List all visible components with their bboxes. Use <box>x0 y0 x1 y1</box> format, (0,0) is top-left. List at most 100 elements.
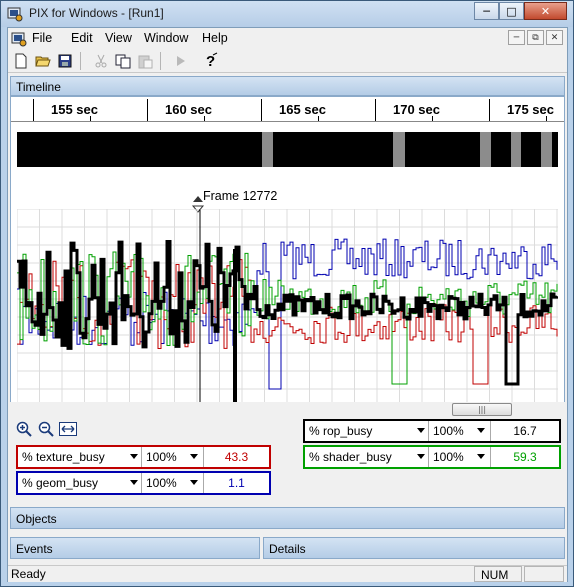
rop-busy-scale-select[interactable]: 100% <box>429 421 491 441</box>
chevron-down-icon <box>477 428 485 433</box>
chevron-down-icon <box>477 454 485 459</box>
help-button[interactable]: ? <box>202 52 220 70</box>
status-bar: Ready NUM <box>8 565 567 582</box>
menu-bar: File Edit View Window Help ─ ⧉ ✕ <box>8 28 567 49</box>
tick-line <box>375 99 376 121</box>
tick-label: 155 sec <box>51 102 98 117</box>
maximize-icon: □ <box>506 4 517 18</box>
shader-busy-scale-select[interactable]: 100% <box>429 447 491 467</box>
tick-line <box>33 99 34 121</box>
zoom-out-button[interactable] <box>36 420 56 438</box>
mdi-minimize-button[interactable]: ─ <box>508 30 525 45</box>
timeline-header-label: Timeline <box>16 80 61 94</box>
scrollbar-thumb[interactable]: ||| <box>452 403 512 416</box>
timeline-area[interactable]: 155 sec 160 sec 165 sec 170 sec 175 sec <box>10 96 565 432</box>
shader-busy-value: 59.3 <box>513 450 537 464</box>
chevron-down-icon <box>190 480 198 485</box>
minimize-button[interactable]: ─ <box>474 2 499 20</box>
document-icon[interactable] <box>11 31 27 47</box>
close-button[interactable]: ✕ <box>524 2 567 20</box>
cut-button[interactable] <box>92 52 110 70</box>
title-bar[interactable]: PIX for Windows - [Run1] ─ □ ✕ <box>1 1 573 27</box>
open-folder-icon <box>35 56 51 67</box>
chevron-down-icon <box>130 480 138 485</box>
mdi-restore-button[interactable]: ⧉ <box>527 30 544 45</box>
tick-label: 160 sec <box>165 102 212 117</box>
counter-panel: % rop_busy 100% 16.7 % texture_busy 100%… <box>10 418 565 503</box>
status-text: Ready <box>11 567 46 581</box>
events-panel-header[interactable]: Events <box>10 537 260 559</box>
zoom-out-icon <box>38 421 54 437</box>
help-question-icon: ? <box>206 52 218 70</box>
menu-view[interactable]: View <box>105 31 132 45</box>
chevron-down-icon <box>190 454 198 459</box>
zoom-in-icon <box>16 421 32 437</box>
pix-app-icon <box>7 7 23 22</box>
minor-tick <box>204 116 205 121</box>
events-panel-label: Events <box>16 542 53 556</box>
zoom-fit-button[interactable] <box>58 420 78 438</box>
paste-button[interactable] <box>136 52 154 70</box>
frame-bar[interactable] <box>17 132 558 167</box>
minimize-icon: ─ <box>513 32 520 43</box>
rop-busy-scale: 100% <box>433 424 464 438</box>
rop-busy-name: % rop_busy <box>309 424 373 438</box>
minor-tick <box>90 116 91 121</box>
details-panel-header[interactable]: Details <box>263 537 565 559</box>
menu-file[interactable]: File <box>32 31 52 45</box>
geom-busy-scale-select[interactable]: 100% <box>142 473 204 493</box>
save-button[interactable] <box>56 52 74 70</box>
rop-busy-counter: % rop_busy 100% 16.7 <box>303 419 561 443</box>
minor-tick <box>546 116 547 121</box>
save-icon <box>58 54 72 68</box>
objects-panel-label: Objects <box>16 512 57 526</box>
chevron-down-icon <box>417 428 425 433</box>
mdi-close-button[interactable]: ✕ <box>546 30 563 45</box>
geom-busy-name-select[interactable]: % geom_busy <box>18 473 142 493</box>
objects-panel-header[interactable]: Objects <box>10 507 565 529</box>
rop-busy-name-select[interactable]: % rop_busy <box>305 421 429 441</box>
timeline-header[interactable]: Timeline <box>10 76 565 96</box>
mdi-buttons: ─ ⧉ ✕ <box>508 30 563 45</box>
shader-busy-scale: 100% <box>433 450 464 464</box>
texture-busy-counter: % texture_busy 100% 43.3 <box>16 445 271 469</box>
shader-busy-name: % shader_busy <box>309 450 392 464</box>
window-title: PIX for Windows - [Run1] <box>29 6 164 20</box>
copy-button[interactable] <box>114 52 132 70</box>
time-ruler[interactable]: 155 sec 160 sec 165 sec 170 sec 175 sec <box>11 97 564 122</box>
close-icon: ✕ <box>550 32 559 43</box>
frame-marker <box>541 132 552 167</box>
tick-line <box>261 99 262 121</box>
timeline-scrollbar[interactable]: ||| <box>10 402 565 418</box>
open-button[interactable] <box>34 52 52 70</box>
minor-tick <box>318 116 319 121</box>
texture-busy-name-select[interactable]: % texture_busy <box>18 447 142 467</box>
close-icon: ✕ <box>540 4 551 18</box>
paste-icon <box>138 55 152 68</box>
toolbar-separator <box>80 52 81 70</box>
menu-help[interactable]: Help <box>202 31 228 45</box>
texture-busy-scale: 100% <box>146 450 177 464</box>
menu-window[interactable]: Window <box>144 31 188 45</box>
shader-busy-counter: % shader_busy 100% 59.3 <box>303 445 561 469</box>
restore-icon: ⧉ <box>532 32 539 43</box>
counter-graph[interactable] <box>17 209 558 425</box>
run-button[interactable] <box>172 52 190 70</box>
pix-window: PIX for Windows - [Run1] ─ □ ✕ File Edit… <box>0 0 574 587</box>
minimize-icon: ─ <box>483 4 490 18</box>
status-pane <box>524 566 564 582</box>
texture-busy-name: % texture_busy <box>22 450 105 464</box>
new-button[interactable] <box>12 52 30 70</box>
texture-busy-scale-select[interactable]: 100% <box>142 447 204 467</box>
maximize-button[interactable]: □ <box>499 2 524 20</box>
shader-busy-name-select[interactable]: % shader_busy <box>305 447 429 467</box>
menu-edit[interactable]: Edit <box>71 31 93 45</box>
frame-marker <box>511 132 521 167</box>
toolbar-separator <box>160 52 161 70</box>
geom-busy-counter: % geom_busy 100% 1.1 <box>16 471 271 495</box>
play-icon <box>177 56 185 66</box>
zoom-in-button[interactable] <box>14 420 34 438</box>
frame-label: Frame 12772 <box>203 189 278 203</box>
details-panel-label: Details <box>269 542 306 556</box>
tick-label: 165 sec <box>279 102 326 117</box>
